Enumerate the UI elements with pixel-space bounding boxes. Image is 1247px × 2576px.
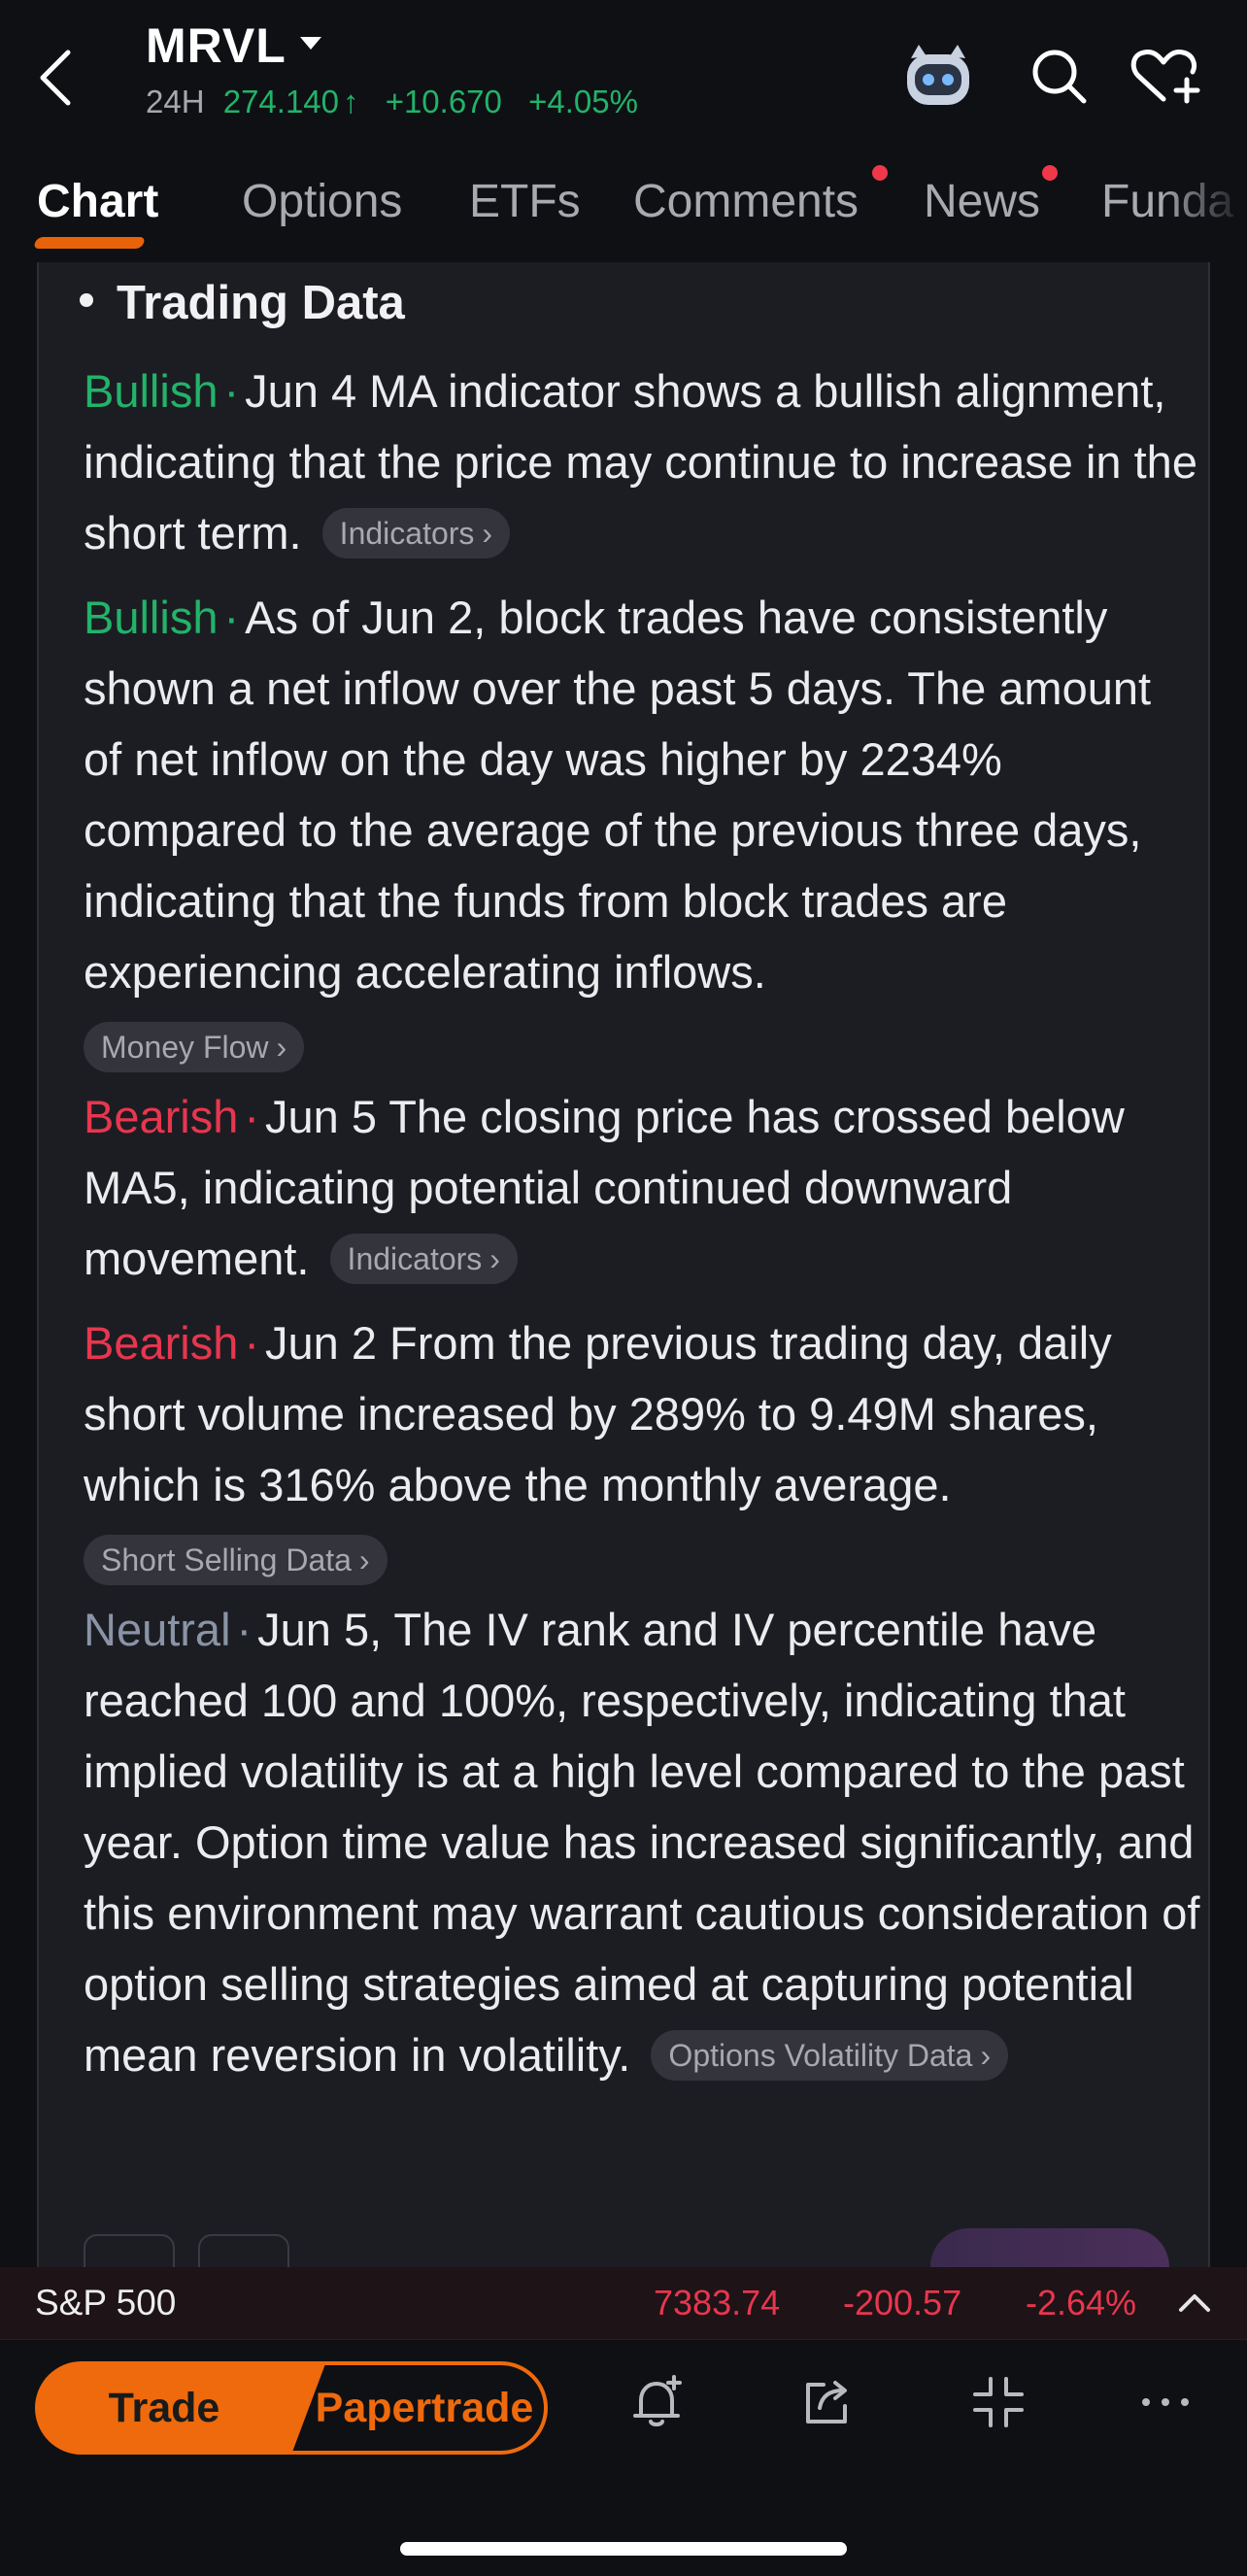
- trade-button-label[interactable]: Trade: [35, 2361, 293, 2455]
- price-change: +10.670: [385, 84, 502, 119]
- tab-options[interactable]: Options: [242, 175, 402, 228]
- active-tab-indicator: [32, 237, 147, 249]
- chevron-right-icon: ›: [276, 1029, 287, 1065]
- chevron-right-icon: ›: [489, 1240, 500, 1276]
- signal-text: Jun 5, The IV rank and IV percentile hav…: [84, 1604, 1200, 2081]
- index-name: S&P 500: [35, 2283, 177, 2322]
- like-button[interactable]: [84, 2234, 175, 2271]
- add-to-watchlist-icon[interactable]: [1129, 45, 1202, 107]
- separator: ·: [223, 592, 240, 643]
- separator: ·: [236, 1604, 253, 1655]
- sentiment-label: Bearish: [84, 1317, 239, 1369]
- chip-label: Indicators: [347, 1240, 483, 1276]
- comment-button[interactable]: [198, 2234, 289, 2271]
- separator: ·: [244, 1091, 260, 1142]
- back-arrow-icon[interactable]: [29, 39, 84, 117]
- ask-ai-button[interactable]: [930, 2228, 1169, 2271]
- top-header: MRVL 24H 274.140 ↑ +10.670 +4.05%: [0, 0, 1247, 146]
- chevron-right-icon: ›: [482, 515, 493, 551]
- separator: ·: [244, 1317, 260, 1369]
- tab-comments[interactable]: Comments: [633, 175, 859, 228]
- signal-text: Jun 5 The closing price has crossed belo…: [84, 1091, 1125, 1284]
- share-icon[interactable]: [798, 2373, 857, 2431]
- trade-button-group: Trade Papertrade: [35, 2361, 548, 2455]
- alert-bell-icon[interactable]: [627, 2373, 686, 2431]
- ticker-symbol: MRVL: [146, 18, 286, 73]
- up-arrow-icon: ↑: [343, 84, 359, 119]
- news-badge: [1042, 165, 1058, 181]
- sentiment-label: Bearish: [84, 1091, 239, 1142]
- tabs-fade: [1160, 155, 1247, 262]
- more-icon[interactable]: [1136, 2373, 1195, 2431]
- sentiment-label: Bullish: [84, 365, 219, 417]
- signal-item: Bearish · Jun 2 From the previous trading …: [84, 1307, 1200, 1585]
- chip-row: Short Selling Data ›: [84, 1520, 1200, 1585]
- index-ticker-bar[interactable]: S&P 500 7383.74 -200.57 -2.64%: [0, 2267, 1247, 2339]
- collapse-icon[interactable]: [969, 2373, 1028, 2431]
- chip-label: Short Selling Data: [101, 1542, 352, 1577]
- caret-down-icon: [299, 37, 321, 51]
- sentiment-label: Bullish: [84, 592, 219, 643]
- signal-item: Bullish · As of Jun 2, block trades have c…: [84, 582, 1200, 1072]
- index-change: -200.57: [843, 2283, 962, 2322]
- ticker-selector[interactable]: MRVL: [146, 17, 321, 74]
- chevron-up-icon[interactable]: [1177, 2288, 1212, 2318]
- papertrade-button-label[interactable]: Papertrade: [301, 2361, 548, 2455]
- signal-item: Bearish · Jun 5 The closing price has cros…: [84, 1081, 1200, 1294]
- index-price: 7383.74: [654, 2283, 781, 2322]
- money-flow-link[interactable]: Money Flow ›: [84, 1021, 305, 1072]
- section-title-text: Trading Data: [117, 277, 405, 329]
- session-label: 24H: [146, 84, 205, 119]
- search-icon[interactable]: [1028, 45, 1090, 107]
- chip-row: Money Flow ›: [84, 1007, 1200, 1072]
- indicators-link[interactable]: Indicators ›: [321, 507, 511, 559]
- signal-item: Neutral · Jun 5, The IV rank and IV percen…: [84, 1594, 1200, 2090]
- index-change-percent: -2.64%: [1026, 2283, 1137, 2322]
- tab-bar: Chart Options ETFs Comments News Funda: [0, 155, 1247, 262]
- bullet-icon: [80, 293, 93, 308]
- chevron-right-icon: ›: [358, 1542, 370, 1577]
- price-change-percent: +4.05%: [528, 84, 638, 119]
- quote-line: 24H 274.140 ↑ +10.670 +4.05%: [146, 84, 638, 120]
- signal-list: Bullish · Jun 4 MA indicator shows a bulli…: [84, 356, 1200, 2104]
- indicators-link[interactable]: Indicators ›: [329, 1233, 518, 1284]
- chevron-right-icon: ›: [980, 2037, 992, 2073]
- comments-badge: [872, 165, 888, 181]
- tab-chart[interactable]: Chart: [37, 175, 158, 228]
- separator: ·: [223, 365, 240, 417]
- short-selling-data-link[interactable]: Short Selling Data ›: [84, 1534, 388, 1585]
- sentiment-label: Neutral: [84, 1604, 231, 1655]
- options-volatility-data-link[interactable]: Options Volatility Data ›: [651, 2029, 1009, 2081]
- trading-data-card: Trading Data Bullish · Jun 4 MA indicator …: [37, 262, 1210, 2271]
- tab-etfs[interactable]: ETFs: [469, 175, 581, 228]
- section-title: Trading Data: [80, 276, 405, 330]
- last-price: 274.140: [222, 84, 340, 119]
- home-indicator: [400, 2542, 847, 2556]
- signal-text: Jun 4 MA indicator shows a bullish align…: [84, 365, 1197, 559]
- chip-label: Options Volatility Data: [668, 2037, 973, 2073]
- signal-item: Bullish · Jun 4 MA indicator shows a bulli…: [84, 356, 1200, 568]
- tab-news[interactable]: News: [924, 175, 1040, 228]
- chip-label: Indicators: [339, 515, 475, 551]
- chip-label: Money Flow: [101, 1029, 269, 1065]
- bottom-action-bar: Trade Papertrade: [0, 2339, 1247, 2576]
- ai-assistant-icon[interactable]: [901, 41, 975, 115]
- signal-text: As of Jun 2, block trades have consisten…: [84, 592, 1152, 998]
